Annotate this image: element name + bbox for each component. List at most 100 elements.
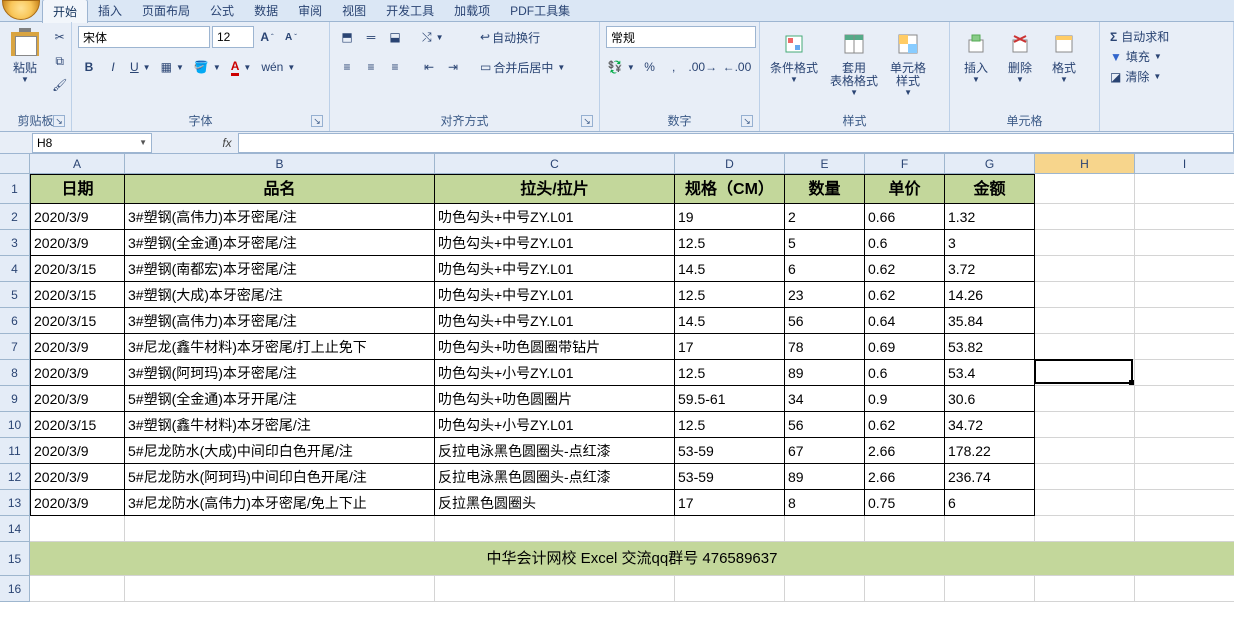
cell-G2[interactable]: 1.32 (945, 204, 1035, 230)
cell-F14[interactable] (865, 516, 945, 542)
col-header-H[interactable]: H (1035, 154, 1135, 174)
decrease-decimal-button[interactable]: ←.00 (721, 56, 753, 78)
cell-F13[interactable]: 0.75 (865, 490, 945, 516)
conditional-format-button[interactable]: 条件格式▼ (766, 26, 822, 86)
italic-button[interactable]: I (102, 56, 124, 78)
tab-插入[interactable]: 插入 (88, 0, 132, 22)
paste-button[interactable]: 粘贴 ▼ (6, 26, 44, 86)
cell-E11[interactable]: 67 (785, 438, 865, 464)
cell-C14[interactable] (435, 516, 675, 542)
cell-F9[interactable]: 0.9 (865, 386, 945, 412)
row-header-13[interactable]: 13 (0, 490, 30, 516)
cell-G1[interactable]: 金额 (945, 174, 1035, 204)
cell-F5[interactable]: 0.62 (865, 282, 945, 308)
dialog-launcher-icon[interactable]: ↘ (581, 115, 593, 127)
cell-A1[interactable]: 日期 (30, 174, 125, 204)
cell-D5[interactable]: 12.5 (675, 282, 785, 308)
cell-A9[interactable]: 2020/3/9 (30, 386, 125, 412)
cell-I14[interactable] (1135, 516, 1234, 542)
cell-C13[interactable]: 反拉黑色圆圈头 (435, 490, 675, 516)
cell-B12[interactable]: 5#尼龙防水(阿珂玛)中间印白色开尾/注 (125, 464, 435, 490)
cell-C10[interactable]: 叻色勾头+小号ZY.L01 (435, 412, 675, 438)
cell-G16[interactable] (945, 576, 1035, 602)
cell-C9[interactable]: 叻色勾头+叻色圆圈片 (435, 386, 675, 412)
increase-decimal-button[interactable]: .00→ (687, 56, 719, 78)
cell-B14[interactable] (125, 516, 435, 542)
row-header-16[interactable]: 16 (0, 576, 30, 602)
cell-C16[interactable] (435, 576, 675, 602)
cell-B2[interactable]: 3#塑钢(高伟力)本牙密尾/注 (125, 204, 435, 230)
clear-button[interactable]: ◪清除▼ (1110, 68, 1169, 85)
cell-E9[interactable]: 34 (785, 386, 865, 412)
cell-I9[interactable] (1135, 386, 1234, 412)
cell-A14[interactable] (30, 516, 125, 542)
autosum-button[interactable]: Σ自动求和 (1110, 28, 1169, 45)
cell-A6[interactable]: 2020/3/15 (30, 308, 125, 334)
cell-B5[interactable]: 3#塑钢(大成)本牙密尾/注 (125, 282, 435, 308)
fx-icon[interactable]: fx (216, 136, 238, 150)
cell-G9[interactable]: 30.6 (945, 386, 1035, 412)
align-middle-button[interactable]: ═ (360, 26, 382, 48)
decrease-indent-button[interactable]: ⇤ (418, 56, 440, 78)
align-top-button[interactable]: ⬒ (336, 26, 358, 48)
cell-G3[interactable]: 3 (945, 230, 1035, 256)
cell-D12[interactable]: 53-59 (675, 464, 785, 490)
orientation-button[interactable]: ⤭▼ (418, 26, 448, 48)
cell-G8[interactable]: 53.4 (945, 360, 1035, 386)
cell-B9[interactable]: 5#塑钢(全金通)本牙开尾/注 (125, 386, 435, 412)
cell-H2[interactable] (1035, 204, 1135, 230)
tab-审阅[interactable]: 审阅 (288, 0, 332, 22)
name-box[interactable]: H8 ▼ (32, 133, 152, 153)
cell-C5[interactable]: 叻色勾头+中号ZY.L01 (435, 282, 675, 308)
formula-input[interactable] (238, 133, 1234, 153)
dialog-launcher-icon[interactable]: ↘ (311, 115, 323, 127)
tab-页面布局[interactable]: 页面布局 (132, 0, 200, 22)
cell-C11[interactable]: 反拉电泳黑色圆圈头-点红漆 (435, 438, 675, 464)
col-header-D[interactable]: D (675, 154, 785, 174)
col-header-A[interactable]: A (30, 154, 125, 174)
cell-B7[interactable]: 3#尼龙(鑫牛材料)本牙密尾/打上止免下 (125, 334, 435, 360)
cell-F4[interactable]: 0.62 (865, 256, 945, 282)
cell-H6[interactable] (1035, 308, 1135, 334)
cell-H14[interactable] (1035, 516, 1135, 542)
cell-A7[interactable]: 2020/3/9 (30, 334, 125, 360)
cell-C4[interactable]: 叻色勾头+中号ZY.L01 (435, 256, 675, 282)
cell-C6[interactable]: 叻色勾头+中号ZY.L01 (435, 308, 675, 334)
cell-F12[interactable]: 2.66 (865, 464, 945, 490)
cell-I10[interactable] (1135, 412, 1234, 438)
fill-color-button[interactable]: 🪣▼ (190, 56, 225, 78)
cell-D9[interactable]: 59.5-61 (675, 386, 785, 412)
cell-I3[interactable] (1135, 230, 1234, 256)
cell-D13[interactable]: 17 (675, 490, 785, 516)
cell-C2[interactable]: 叻色勾头+中号ZY.L01 (435, 204, 675, 230)
tab-开始[interactable]: 开始 (42, 0, 88, 23)
cell-H8[interactable] (1035, 360, 1135, 386)
cell-F2[interactable]: 0.66 (865, 204, 945, 230)
cell-H1[interactable] (1035, 174, 1135, 204)
align-bottom-button[interactable]: ⬓ (384, 26, 406, 48)
col-header-B[interactable]: B (125, 154, 435, 174)
cell-H13[interactable] (1035, 490, 1135, 516)
worksheet[interactable]: ABCDEFGHI 12345678910111213141516 日期品名拉头… (0, 154, 1234, 620)
row-header-4[interactable]: 4 (0, 256, 30, 282)
cell-B11[interactable]: 5#尼龙防水(大成)中间印白色开尾/注 (125, 438, 435, 464)
tab-PDF工具集[interactable]: PDF工具集 (500, 0, 580, 22)
cell-E12[interactable]: 89 (785, 464, 865, 490)
cell-F8[interactable]: 0.6 (865, 360, 945, 386)
format-cells-button[interactable]: 格式▼ (1044, 26, 1084, 86)
cell-H5[interactable] (1035, 282, 1135, 308)
cell-E14[interactable] (785, 516, 865, 542)
cell-D6[interactable]: 14.5 (675, 308, 785, 334)
percent-button[interactable]: % (639, 56, 661, 78)
cell-E2[interactable]: 2 (785, 204, 865, 230)
col-header-I[interactable]: I (1135, 154, 1234, 174)
cell-E13[interactable]: 8 (785, 490, 865, 516)
cell-F10[interactable]: 0.62 (865, 412, 945, 438)
row-header-7[interactable]: 7 (0, 334, 30, 360)
cell-E8[interactable]: 89 (785, 360, 865, 386)
cell-A13[interactable]: 2020/3/9 (30, 490, 125, 516)
cell-G10[interactable]: 34.72 (945, 412, 1035, 438)
cell-G7[interactable]: 53.82 (945, 334, 1035, 360)
cell-E4[interactable]: 6 (785, 256, 865, 282)
number-format-combo[interactable] (606, 26, 756, 48)
